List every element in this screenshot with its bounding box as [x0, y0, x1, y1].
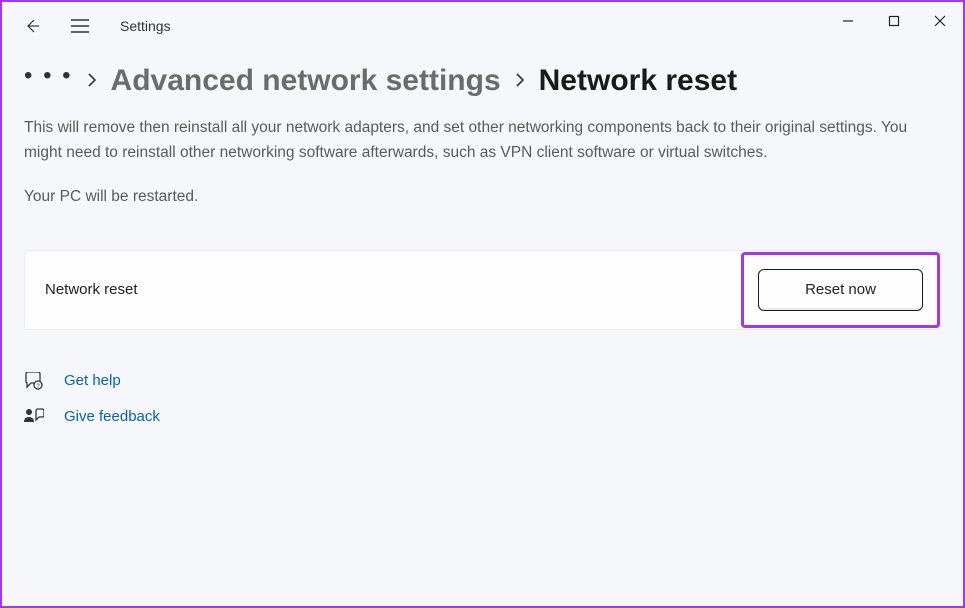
breadcrumb: • • • Advanced network settings Network … [2, 50, 963, 116]
chevron-right-icon [87, 71, 97, 92]
restart-note: Your PC will be restarted. [24, 188, 941, 206]
help-links: ? Get help Give feedback [24, 372, 941, 425]
minimize-icon [842, 15, 854, 27]
hamburger-icon [71, 19, 89, 33]
back-button[interactable] [12, 6, 52, 46]
maximize-icon [888, 15, 900, 27]
help-icon: ? [24, 372, 44, 390]
maximize-button[interactable] [871, 2, 917, 40]
reset-now-button[interactable]: Reset now [758, 269, 923, 311]
minimize-button[interactable] [825, 2, 871, 40]
reset-row-label: Network reset [45, 281, 138, 298]
titlebar: Settings [2, 2, 963, 50]
reset-row: Network reset Reset now [24, 250, 941, 330]
main-content: This will remove then reinstall all your… [2, 116, 963, 425]
breadcrumb-current: Network reset [539, 64, 737, 98]
app-title: Settings [120, 18, 171, 34]
close-button[interactable] [917, 2, 963, 40]
close-icon [934, 15, 946, 27]
give-feedback-link[interactable]: Give feedback [64, 408, 160, 425]
highlight-box: Reset now [741, 252, 940, 328]
give-feedback-item[interactable]: Give feedback [24, 408, 941, 425]
feedback-icon [24, 408, 44, 424]
menu-button[interactable] [60, 6, 100, 46]
get-help-item[interactable]: ? Get help [24, 372, 941, 390]
breadcrumb-overflow-button[interactable]: • • • [24, 62, 73, 100]
description-text: This will remove then reinstall all your… [24, 116, 934, 166]
chevron-right-icon [515, 71, 525, 92]
breadcrumb-parent-link[interactable]: Advanced network settings [111, 64, 501, 98]
window-controls [825, 2, 963, 40]
back-arrow-icon [24, 18, 40, 34]
get-help-link[interactable]: Get help [64, 372, 121, 389]
